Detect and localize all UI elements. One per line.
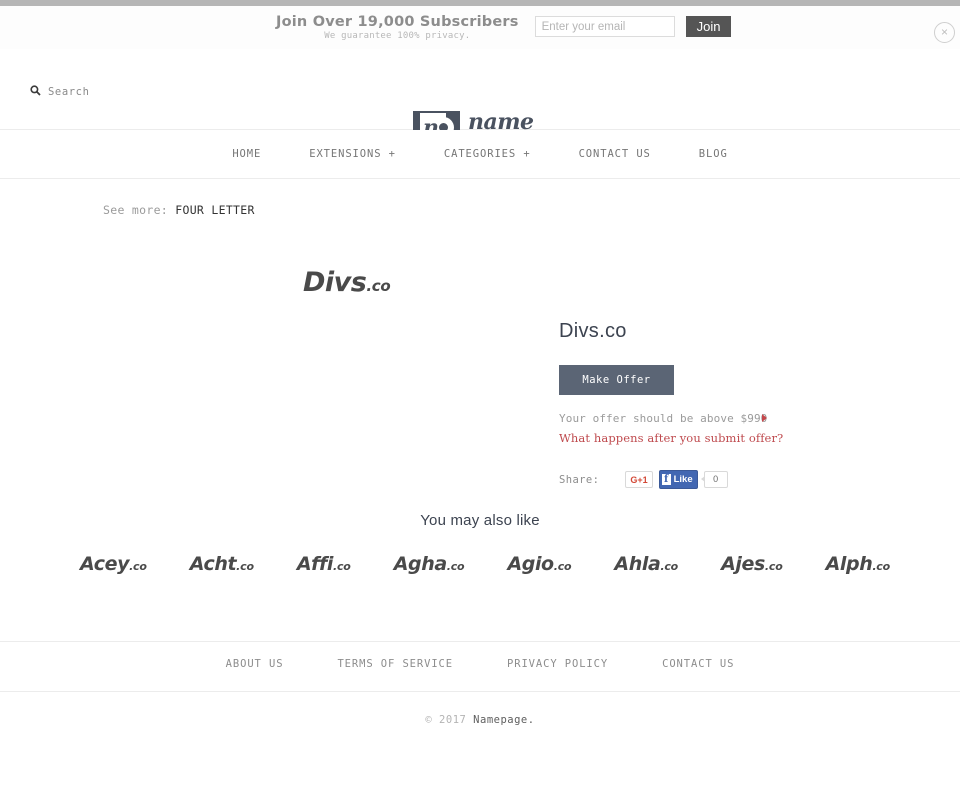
email-field[interactable] (534, 16, 675, 37)
nav-item-home[interactable]: HOME (208, 148, 285, 160)
list-item[interactable]: Agha.co (394, 552, 465, 579)
footer-divider-lower (0, 691, 960, 692)
also-item-tld: .co (660, 560, 679, 573)
offer-explainer-link[interactable]: What happens after you submit offer? (559, 431, 859, 445)
copyright-brand: Namepage. (473, 714, 535, 726)
nav-item-contact-us[interactable]: CONTACT US (555, 148, 675, 160)
product-logo-image: Divs.co (303, 267, 391, 301)
facebook-icon: f (661, 474, 671, 485)
offer-minimum-note: Your offer should be above $990 (559, 410, 769, 428)
footer-link-about-us[interactable]: ABOUT US (199, 658, 311, 670)
product-logo-name: Divs (303, 267, 367, 298)
search-label: Search (48, 86, 90, 98)
also-item-tld: .co (333, 560, 351, 573)
footer-link-terms-of-service[interactable]: TERMS OF SERVICE (310, 658, 480, 670)
breadcrumb-link-four-letter[interactable]: FOUR LETTER (175, 203, 254, 217)
also-item-tld: .co (236, 560, 254, 573)
share-label: Share: (559, 473, 600, 486)
search-button[interactable]: Search (30, 85, 90, 99)
list-item[interactable]: Agio.co (507, 552, 571, 579)
copyright: © 2017 Namepage. (0, 714, 960, 726)
arrow-right-icon (762, 414, 767, 422)
also-item-tld: .co (764, 560, 783, 573)
also-item-name: Alph (825, 553, 873, 575)
facebook-like-count: 0 (700, 471, 728, 488)
subscribe-bar: Join Over 19,000 Subscribers We guarante… (0, 6, 960, 49)
nav-item-extensions[interactable]: EXTENSIONS + (285, 148, 420, 160)
footer-nav: ABOUT US TERMS OF SERVICE PRIVACY POLICY… (0, 658, 960, 670)
also-item-name: Acey (80, 553, 130, 575)
subscribe-texts: Join Over 19,000 Subscribers We guarante… (276, 12, 519, 43)
close-icon[interactable]: × (934, 22, 955, 43)
subscribe-subtext: We guarantee 100% privacy. (324, 31, 471, 41)
also-like-title: You may also like (420, 512, 540, 529)
nav-item-categories[interactable]: CATEGORIES + (420, 148, 555, 160)
list-item[interactable]: Acht.co (190, 552, 254, 579)
offer-minimum-text: Your offer should be above $990 (559, 412, 768, 425)
search-icon (30, 85, 41, 99)
list-item[interactable]: Ahla.co (614, 552, 678, 579)
footer-divider (0, 641, 960, 642)
make-offer-button[interactable]: Make Offer (559, 365, 674, 395)
copyright-prefix: © 2017 (425, 714, 474, 726)
also-item-tld: .co (872, 560, 890, 573)
list-item[interactable]: Alph.co (825, 552, 891, 579)
breadcrumb: See more: FOUR LETTER (103, 200, 263, 220)
nav-item-blog[interactable]: BLOG (675, 148, 752, 160)
list-item[interactable]: Acey.co (80, 552, 147, 579)
list-item[interactable]: Ajes.co (721, 552, 783, 579)
facebook-like-label: Like (673, 474, 693, 485)
product-logo-tld: .co (366, 277, 391, 295)
facebook-like-button[interactable]: f Like (658, 470, 698, 489)
also-item-name: Agio (507, 553, 554, 575)
also-item-name: Ajes (721, 553, 765, 575)
site-header: Search n name PAGE f (0, 49, 960, 158)
page-title: Divs.co (559, 320, 627, 342)
also-item-name: Ahla (614, 553, 661, 575)
footer-link-privacy-policy[interactable]: PRIVACY POLICY (480, 658, 635, 670)
share-row: Share: G+1 f Like 0 (559, 470, 859, 489)
breadcrumb-label: See more: (103, 203, 176, 217)
list-item[interactable]: Affi.co (297, 552, 351, 579)
main-nav: HOME EXTENSIONS + CATEGORIES + CONTACT U… (0, 130, 960, 179)
product-details: Divs.co Make Offer Your offer should be … (559, 320, 859, 489)
also-item-tld: .co (553, 560, 572, 573)
join-button[interactable]: Join (685, 16, 732, 37)
also-item-name: Affi (296, 553, 334, 575)
google-plus-one-button[interactable]: G+1 (625, 471, 653, 488)
also-item-name: Acht (189, 553, 237, 575)
also-item-name: Agha (393, 553, 447, 575)
also-like-list: Acey.co Acht.co Affi.co Agha.co Agio.co … (80, 552, 890, 579)
subscribe-form: Join Over 19,000 Subscribers We guarante… (276, 12, 732, 43)
also-item-tld: .co (129, 560, 147, 573)
also-item-tld: .co (446, 560, 465, 573)
footer-link-contact-us[interactable]: CONTACT US (635, 658, 761, 670)
subscribe-headline: Join Over 19,000 Subscribers (276, 14, 519, 30)
